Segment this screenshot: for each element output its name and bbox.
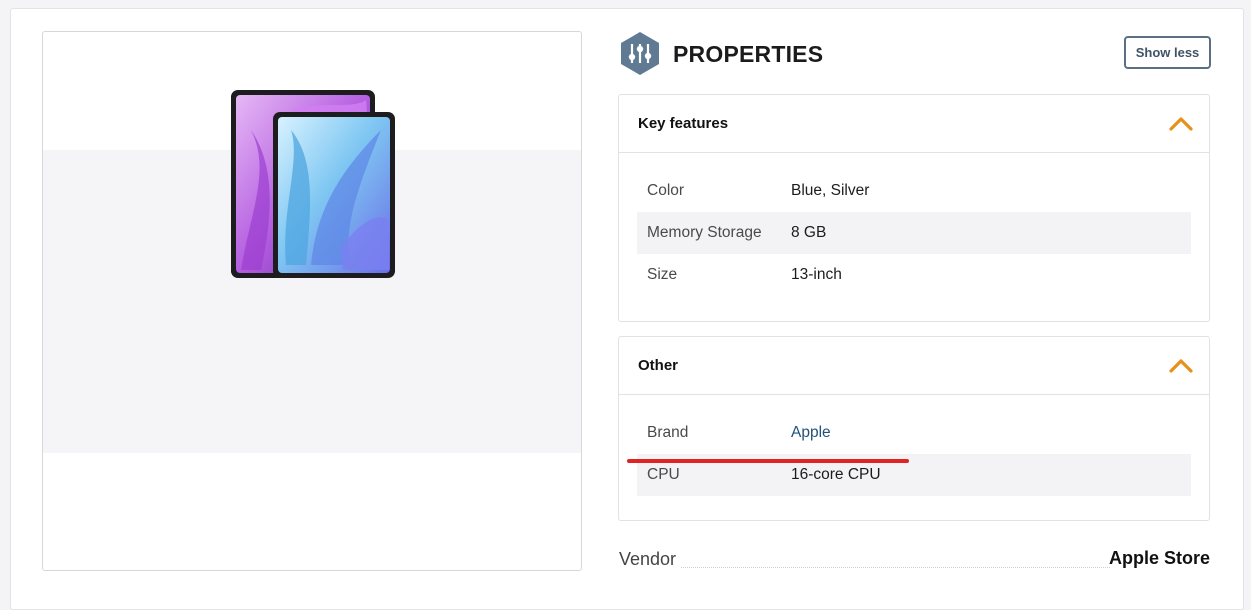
product-image-panel [42,31,582,571]
property-value: 13-inch [791,266,842,283]
property-value: 16-core CPU [791,466,881,483]
key-features-header[interactable]: Key features [619,95,1209,153]
other-header[interactable]: Other [619,337,1209,395]
ipad-product-image [231,90,396,285]
key-features-section: Key features Color Blue, Silver Memory S… [618,94,1210,322]
property-row-color: Color Blue, Silver [637,170,1191,212]
sliders-icon [621,32,659,75]
other-title: Other [638,357,679,374]
other-section: Other Brand Apple CPU 16-core CPU [618,336,1210,521]
properties-header: PROPERTIES Show less [619,31,1211,76]
key-features-list: Color Blue, Silver Memory Storage 8 GB S… [619,153,1209,296]
vendor-label: Vendor [619,549,677,569]
vendor-row: Vendor Apple Store [619,548,1210,572]
brand-link[interactable]: Apple [791,424,831,442]
vendor-divider [681,567,1110,568]
property-label: Color [647,182,685,199]
chevron-up-icon[interactable] [1169,115,1193,131]
property-label: Brand [647,424,689,441]
chevron-up-icon[interactable] [1169,357,1193,373]
property-value: Blue, Silver [791,182,870,199]
other-list: Brand Apple CPU 16-core CPU [619,395,1209,496]
properties-title: PROPERTIES [673,41,824,67]
property-value: 8 GB [791,224,827,241]
property-row-brand: Brand Apple [637,412,1191,454]
property-label: CPU [647,466,680,483]
property-row-memory-storage: Memory Storage 8 GB [637,212,1191,254]
key-features-title: Key features [638,115,729,132]
highlight-underline [627,459,909,463]
show-less-button[interactable]: Show less [1124,36,1211,69]
property-label: Size [647,266,678,283]
vendor-value: Apple Store [1108,548,1210,568]
property-label: Memory Storage [647,224,762,241]
property-row-size: Size 13-inch [637,254,1191,296]
